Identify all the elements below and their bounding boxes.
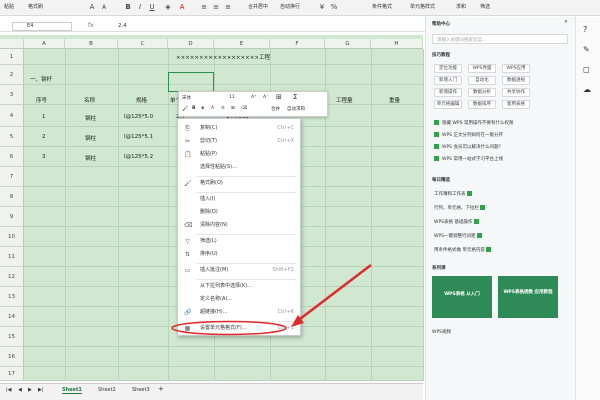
highlight-ellipse bbox=[171, 320, 287, 336]
app-window: 粘贴 格式刷 A A B I U ◈ A ≡ ≡ ≡ 合并居中 自动换行 ¥ %… bbox=[0, 0, 600, 400]
annotation-overlay bbox=[171, 264, 372, 336]
pointer-arrow-shaft bbox=[295, 264, 372, 323]
